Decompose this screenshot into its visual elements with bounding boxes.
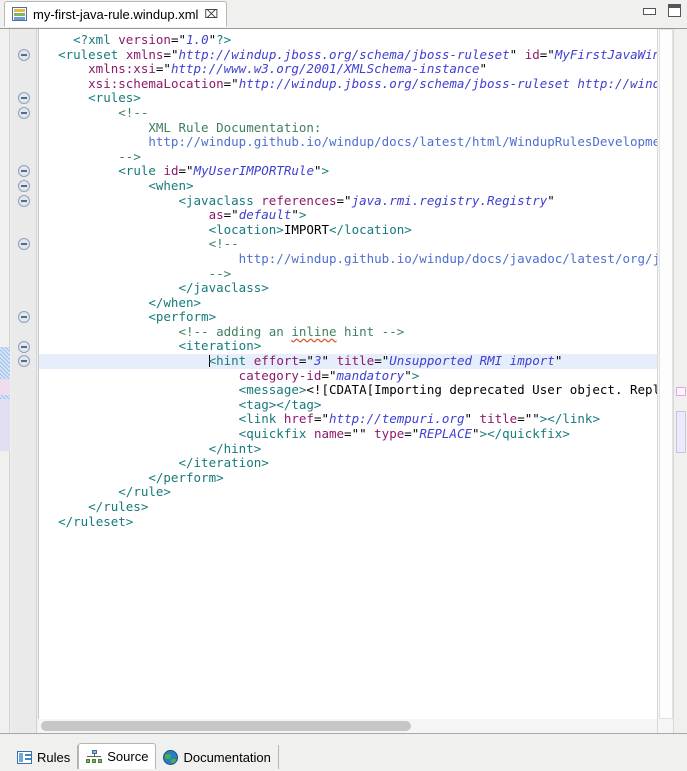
editor-tab-bar: my-first-java-rule.windup.xml ⌧ xyxy=(0,0,687,28)
code-line[interactable]: <rules> xyxy=(39,91,657,106)
code-line[interactable]: XML Rule Documentation: xyxy=(39,120,657,136)
xml-editor-window: my-first-java-rule.windup.xml ⌧ <?xml ve… xyxy=(0,0,687,771)
code-line[interactable]: <?xml version="1.0"?> xyxy=(39,32,657,48)
vertical-scrollbar[interactable] xyxy=(657,29,673,734)
overview-mark-warning[interactable] xyxy=(676,387,686,396)
code-line[interactable]: <!-- adding an inline hint --> xyxy=(39,324,657,340)
code-line[interactable]: <iteration> xyxy=(39,339,657,354)
code-line[interactable]: <tag></tag> xyxy=(39,397,657,413)
code-line[interactable]: </rule> xyxy=(39,485,657,500)
annotation-mark-warning[interactable] xyxy=(0,379,10,395)
code-line[interactable]: </hint> xyxy=(39,441,657,457)
source-editor[interactable]: <?xml version="1.0"?> <ruleset xmlns="ht… xyxy=(0,28,687,734)
fold-collapse-icon[interactable] xyxy=(18,92,30,105)
code-line[interactable]: <hint effort="3" title="Unsupported RMI … xyxy=(39,353,657,369)
horizontal-scrollbar[interactable] xyxy=(38,719,657,733)
editor-tab-my-first-java-rule[interactable]: my-first-java-rule.windup.xml ⌧ xyxy=(4,1,228,27)
tab-label: Rules xyxy=(37,749,71,765)
window-buttons xyxy=(643,4,681,17)
code-line[interactable]: <location>IMPORT</location> xyxy=(39,222,657,238)
overview-mark-occurrence[interactable] xyxy=(676,411,686,453)
code-line[interactable]: --> xyxy=(39,266,657,282)
minimize-icon[interactable] xyxy=(643,8,656,15)
close-icon[interactable]: ⌧ xyxy=(204,8,218,20)
code-line[interactable]: </iteration> xyxy=(39,455,657,471)
code-line[interactable]: <link href="http://tempuri.org" title=""… xyxy=(39,412,657,427)
code-line[interactable]: category-id="mandatory"> xyxy=(39,368,657,384)
globe-icon xyxy=(163,749,179,765)
fold-collapse-icon[interactable] xyxy=(18,311,30,324)
editor-page-tabs: Rules Source Documentation xyxy=(0,733,687,771)
fold-collapse-icon[interactable] xyxy=(18,48,30,61)
fold-collapse-icon[interactable] xyxy=(18,194,30,207)
folding-gutter[interactable] xyxy=(11,29,37,734)
code-line[interactable]: </ruleset> xyxy=(39,514,657,530)
code-line[interactable]: </when> xyxy=(39,295,657,311)
code-line[interactable]: </rules> xyxy=(39,499,657,515)
annotation-ruler[interactable] xyxy=(0,29,10,734)
code-line[interactable]: xmlns:xsi="http://www.w3.org/2001/XMLSch… xyxy=(39,61,657,77)
fold-collapse-icon[interactable] xyxy=(18,238,30,251)
code-line[interactable]: xsi:schemaLocation="http://windup.jboss.… xyxy=(39,76,657,92)
code-line[interactable]: <quickfix name="" type="REPLACE"></quick… xyxy=(39,426,657,442)
code-line[interactable]: <javaclass references="java.rmi.registry… xyxy=(39,193,657,209)
tab-source[interactable]: Source xyxy=(78,743,157,769)
code-line[interactable]: <ruleset xmlns="http://windup.jboss.org/… xyxy=(39,47,657,63)
code-line[interactable]: <when> xyxy=(39,178,657,194)
vertical-scrollbar-thumb[interactable] xyxy=(659,29,673,719)
overview-ruler[interactable] xyxy=(673,29,687,734)
tab-rules[interactable]: Rules xyxy=(10,745,79,769)
tab-label: Documentation xyxy=(183,749,271,765)
horizontal-scrollbar-thumb[interactable] xyxy=(41,721,411,731)
code-line[interactable]: as="default"> xyxy=(39,207,657,223)
code-text[interactable]: <?xml version="1.0"?> <ruleset xmlns="ht… xyxy=(39,32,657,530)
code-line[interactable]: <!-- xyxy=(39,237,657,252)
code-line[interactable]: http://windup.github.io/windup/docs/java… xyxy=(39,251,657,267)
code-canvas[interactable]: <?xml version="1.0"?> <ruleset xmlns="ht… xyxy=(38,29,657,734)
annotation-mark-occurrence[interactable] xyxy=(0,399,10,451)
fold-collapse-icon[interactable] xyxy=(18,165,30,178)
xml-file-icon xyxy=(12,7,27,21)
tab-documentation[interactable]: Documentation xyxy=(156,745,279,769)
fold-collapse-icon[interactable] xyxy=(18,107,30,119)
editor-tab-title: my-first-java-rule.windup.xml xyxy=(33,6,199,22)
code-line[interactable]: </perform> xyxy=(39,470,657,486)
code-line[interactable]: http://windup.github.io/windup/docs/late… xyxy=(39,134,657,150)
fold-collapse-icon[interactable] xyxy=(18,340,30,353)
fold-collapse-icon[interactable] xyxy=(18,355,30,368)
code-line[interactable]: <rule id="MyUserIMPORTRule"> xyxy=(39,164,657,179)
source-tree-icon xyxy=(86,749,103,764)
code-line[interactable]: <perform> xyxy=(39,309,657,325)
code-line[interactable]: --> xyxy=(39,149,657,165)
code-line[interactable]: <message><![CDATA[Importing deprecated U… xyxy=(39,382,657,398)
tab-label: Source xyxy=(107,749,149,764)
code-line[interactable]: <!-- xyxy=(39,105,657,121)
rules-table-icon xyxy=(17,750,32,764)
code-line[interactable]: </javaclass> xyxy=(39,280,657,296)
fold-collapse-icon[interactable] xyxy=(18,180,30,192)
maximize-icon[interactable] xyxy=(668,4,681,17)
